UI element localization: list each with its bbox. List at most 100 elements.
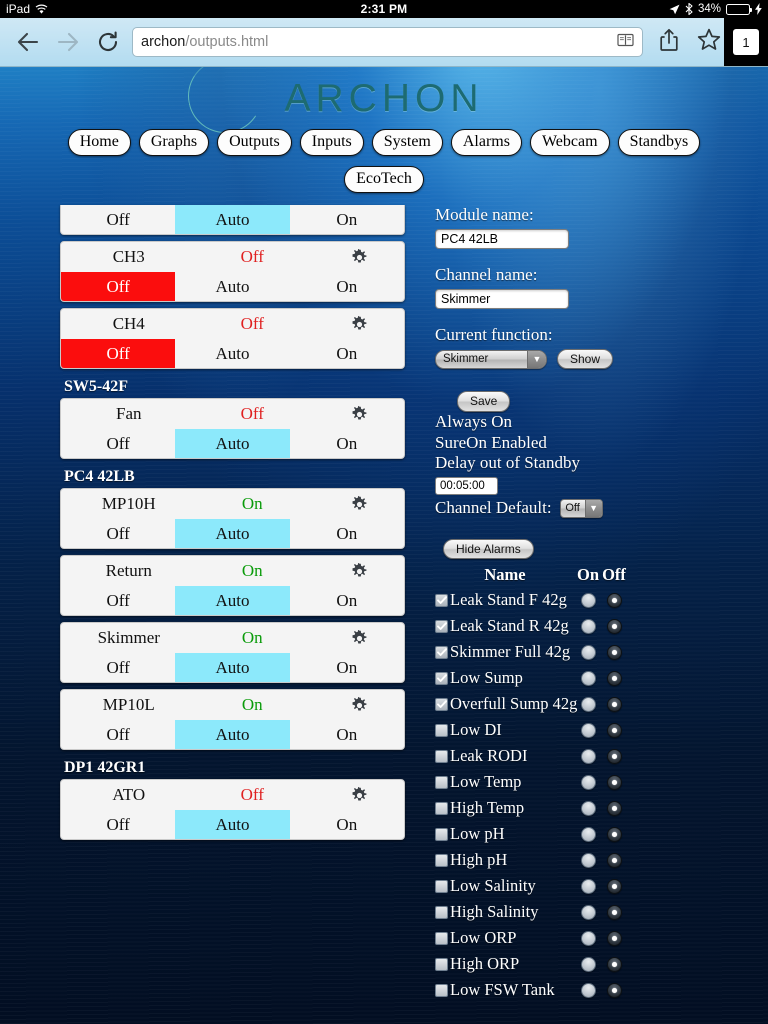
channel-mode-off-button[interactable]: Off [61,205,175,234]
alarm-on-radio[interactable] [580,878,596,894]
alarm-enable-checkbox[interactable] [435,749,448,763]
channel-mode-auto-button[interactable]: Auto [175,810,290,839]
sure-on-option[interactable]: SureOn Enabled [435,433,768,454]
alarm-on-radio[interactable] [580,982,596,998]
alarm-on-radio[interactable] [580,696,596,712]
alarm-enable-checkbox[interactable] [435,593,448,607]
alarm-off-radio[interactable] [606,800,622,816]
nav-link-inputs[interactable]: Inputs [299,129,364,156]
channel-mode-off-button[interactable]: Off [61,586,175,615]
alarm-on-radio[interactable] [580,852,596,868]
reader-view-icon[interactable] [617,33,634,51]
channel-mode-auto-button[interactable]: Auto [175,205,290,234]
nav-link-graphs[interactable]: Graphs [138,129,210,156]
alarm-enable-checkbox[interactable] [435,853,448,867]
channel-mode-off-button[interactable]: Off [61,720,175,749]
alarm-off-radio[interactable] [606,748,622,764]
alarm-off-radio[interactable] [606,644,622,660]
alarm-off-radio[interactable] [606,774,622,790]
alarm-enable-checkbox[interactable] [435,775,448,789]
alarm-enable-checkbox[interactable] [435,879,448,893]
reload-button[interactable] [88,22,128,62]
save-button[interactable]: Save [457,391,511,412]
alarm-on-radio[interactable] [580,592,596,608]
nav-link-alarms[interactable]: Alarms [450,129,522,156]
alarm-on-radio[interactable] [580,748,596,764]
alarm-off-radio[interactable] [606,982,622,998]
back-button[interactable] [8,22,48,62]
channel-mode-auto-button[interactable]: Auto [175,720,290,749]
show-button[interactable]: Show [557,349,614,370]
channel-mode-on-button[interactable]: On [290,586,404,615]
alarm-on-radio[interactable] [580,644,596,660]
channel-mode-on-button[interactable]: On [290,205,404,234]
alarm-on-radio[interactable] [580,904,596,920]
alarm-enable-checkbox[interactable] [435,957,448,971]
channel-mode-on-button[interactable]: On [290,519,404,548]
alarm-off-radio[interactable] [606,956,622,972]
tab-count-button[interactable]: 1 [733,29,759,55]
channel-mode-auto-button[interactable]: Auto [175,519,290,548]
alarm-enable-checkbox[interactable] [435,931,448,945]
channel-mode-on-button[interactable]: On [290,653,404,682]
alarm-enable-checkbox[interactable] [435,801,448,815]
channel-mode-on-button[interactable]: On [290,272,404,301]
share-button[interactable] [649,22,689,62]
alarm-enable-checkbox[interactable] [435,671,448,685]
alarm-enable-checkbox[interactable] [435,827,448,841]
alarm-on-radio[interactable] [580,930,596,946]
channel-mode-auto-button[interactable]: Auto [175,586,290,615]
gear-icon[interactable] [314,315,404,333]
nav-link-home[interactable]: Home [67,129,131,156]
channel-mode-auto-button[interactable]: Auto [175,653,290,682]
alarm-off-radio[interactable] [606,930,622,946]
nav-link-system[interactable]: System [371,129,443,156]
alarm-off-radio[interactable] [606,618,622,634]
alarm-off-radio[interactable] [606,592,622,608]
alarm-on-radio[interactable] [580,722,596,738]
channel-mode-off-button[interactable]: Off [61,519,175,548]
alarm-off-radio[interactable] [606,722,622,738]
alarm-on-radio[interactable] [580,618,596,634]
channel-name-input[interactable]: Skimmer [435,289,569,309]
alarm-enable-checkbox[interactable] [435,905,448,919]
channel-mode-off-button[interactable]: Off [61,429,175,458]
channel-mode-auto-button[interactable]: Auto [175,339,289,368]
nav-link-webcam[interactable]: Webcam [529,129,610,156]
gear-icon[interactable] [314,562,404,580]
gear-icon[interactable] [314,786,404,804]
gear-icon[interactable] [314,248,404,266]
hide-alarms-button[interactable]: Hide Alarms [443,538,534,560]
channel-mode-auto-button[interactable]: Auto [175,429,290,458]
alarm-on-radio[interactable] [580,826,596,842]
alarm-enable-checkbox[interactable] [435,619,448,633]
nav-link-standbys[interactable]: Standbys [617,129,701,156]
alarm-enable-checkbox[interactable] [435,723,448,737]
always-on-option[interactable]: Always On [435,412,768,433]
alarm-on-radio[interactable] [580,774,596,790]
current-function-select[interactable]: Skimmer ▼ [435,349,547,369]
alarm-enable-checkbox[interactable] [435,645,448,659]
channel-mode-off-button[interactable]: Off [61,810,175,839]
channel-mode-off-button[interactable]: Off [61,339,176,368]
channel-mode-off-button[interactable]: Off [61,272,176,301]
nav-link-ecotech[interactable]: EcoTech [344,166,424,193]
gear-icon[interactable] [314,405,404,423]
alarm-on-radio[interactable] [580,800,596,816]
channel-default-select[interactable]: Off ▼ [559,498,603,518]
gear-icon[interactable] [314,629,404,647]
channel-mode-on-button[interactable]: On [290,720,404,749]
alarm-off-radio[interactable] [606,904,622,920]
alarm-on-radio[interactable] [580,956,596,972]
gear-icon[interactable] [314,495,404,513]
channel-mode-auto-button[interactable]: Auto [175,272,289,301]
address-bar[interactable]: archon/outputs.html [132,27,643,57]
delay-out-of-standby-input[interactable]: 00:05:00 [435,476,498,495]
channel-mode-on-button[interactable]: On [290,339,404,368]
alarm-off-radio[interactable] [606,696,622,712]
forward-button[interactable] [48,22,88,62]
alarm-off-radio[interactable] [606,878,622,894]
alarm-enable-checkbox[interactable] [435,697,448,711]
channel-mode-on-button[interactable]: On [290,810,404,839]
alarm-off-radio[interactable] [606,670,622,686]
